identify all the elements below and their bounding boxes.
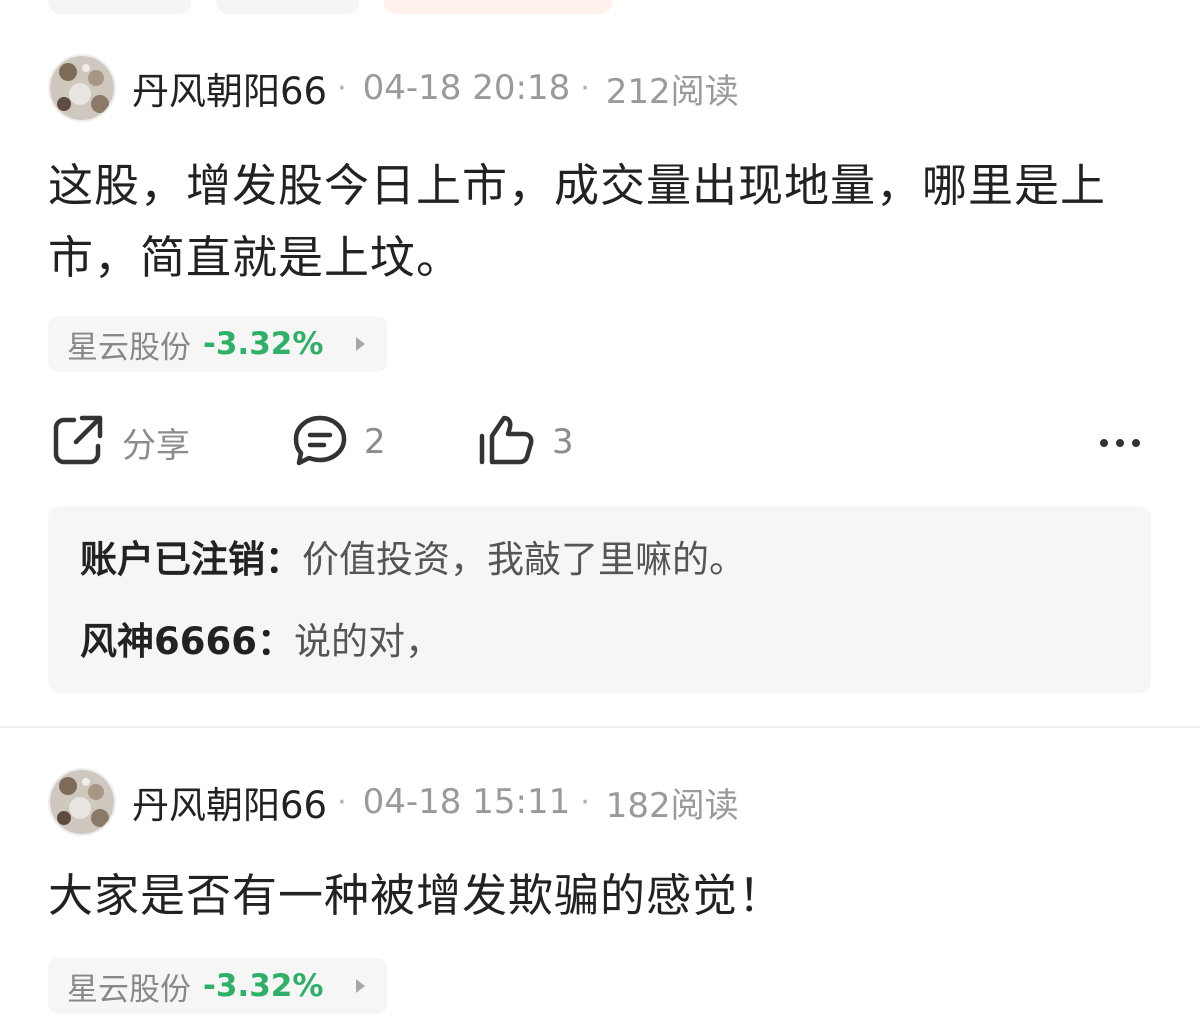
post-header: 丹风朝阳66 · 04-18 15:11 · 182阅读 [48,766,739,838]
stock-name: 星云股份 [67,329,191,366]
separator-dot: · [337,70,347,106]
author-name[interactable]: 丹风朝阳66 [132,61,327,115]
stock-change: -3.32% [203,326,324,362]
filter-chip[interactable] [48,0,191,14]
chevron-right-icon [356,337,365,351]
like-button[interactable]: 3 [478,410,574,474]
reply-text: 价值投资，我敲了里嘛的。 [302,538,746,581]
top-filter-chips [0,0,1200,14]
action-bar: 分享 2 3 [0,410,1200,474]
reply-item[interactable]: 风神6666：说的对， [80,616,442,668]
stock-tag[interactable]: 星云股份 -3.32% [48,958,387,1014]
chevron-right-icon [356,979,365,993]
read-count: 182阅读 [605,785,739,826]
more-icon [1098,433,1142,452]
post-content[interactable]: 这股，增发股今日上市，成交量出现地量，哪里是上市，简直就是上坟。 [48,150,1158,294]
read-count: 212阅读 [605,71,739,112]
post-header: 丹风朝阳66 · 04-18 20:18 · 212阅读 [48,52,739,124]
stock-change: -3.32% [203,968,324,1004]
reply-text: 说的对， [293,620,442,663]
filter-chip[interactable] [216,0,359,14]
post-content[interactable]: 大家是否有一种被增发欺骗的感觉！ [48,860,1158,932]
more-button[interactable] [1092,410,1148,474]
stock-tag[interactable]: 星云股份 -3.32% [48,316,387,372]
post-time: 04-18 15:11 [362,782,571,822]
post-time: 04-18 20:18 [362,68,571,108]
avatar[interactable] [48,54,116,122]
share-label: 分享 [122,425,190,466]
stock-name: 星云股份 [67,971,191,1008]
comment-count: 2 [364,422,386,462]
comment-icon [292,414,348,470]
post-card: 丹风朝阳66 · 04-18 15:11 · 182阅读 大家是否有一种被增发欺… [0,726,1200,1014]
author-name[interactable]: 丹风朝阳66 [132,775,327,829]
reply-preview[interactable]: 账户已注销：价值投资，我敲了里嘛的。 风神6666：说的对， [48,506,1151,693]
share-icon [52,414,106,470]
comment-button[interactable]: 2 [292,410,386,474]
thumbs-up-icon [478,414,536,470]
like-count: 3 [552,422,574,462]
share-button[interactable]: 分享 [52,410,190,474]
separator-dot: · [337,784,347,820]
separator-dot: · [580,784,590,820]
reply-item[interactable]: 账户已注销：价值投资，我敲了里嘛的。 [80,534,746,586]
reply-author: 账户已注销： [80,538,302,581]
reply-author: 风神6666： [80,620,294,663]
filter-chip-active[interactable] [384,0,612,14]
avatar[interactable] [48,768,116,836]
separator-dot: · [580,70,590,106]
